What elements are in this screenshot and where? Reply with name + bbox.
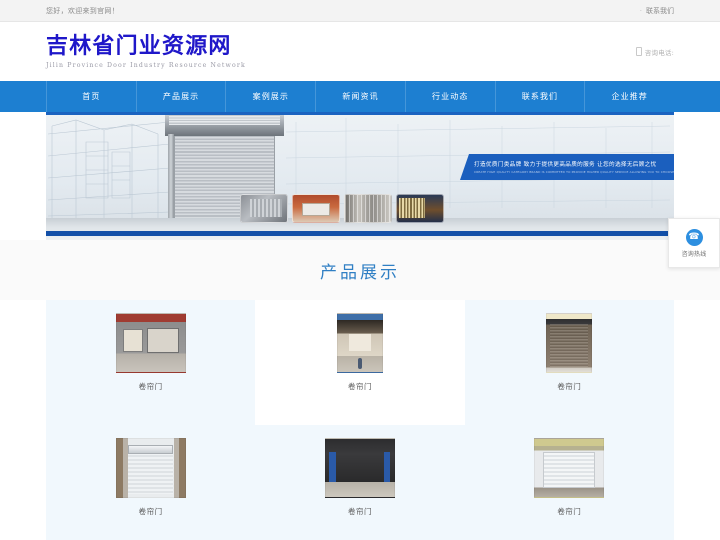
nav-item-industry[interactable]: 行业动态 <box>406 81 496 112</box>
nav-list: 首页 产品展示 案例展示 新闻资讯 行业动态 联系我们 企业推荐 <box>46 81 674 112</box>
banner-slogan-panel: 打造优质门类品牌 致力于提供更高品质的服务 让您的选择无后顾之忧 CREATE … <box>460 154 674 180</box>
product-name: 卷帘门 <box>557 382 582 391</box>
product-name: 卷帘门 <box>347 382 372 391</box>
phone-icon: ☎ <box>685 228 703 246</box>
product-card[interactable]: 卷帘门 <box>464 300 674 425</box>
header-phone-label: 咨询电话: <box>644 48 674 57</box>
product-image <box>336 313 383 373</box>
site-logo[interactable]: 吉林省门业资源网 Jilin Province Door Industry Re… <box>46 34 246 69</box>
banner-slogan-en: CREATE HIGH QUALITY CATEGORY BRAND IS CO… <box>474 170 674 175</box>
product-image <box>546 313 593 373</box>
consult-hotline-label: 咨询热线 <box>681 250 707 258</box>
top-bar-contact-link[interactable]: 联系我们 <box>646 6 674 16</box>
separator-dot: · <box>639 6 642 15</box>
product-image <box>324 438 395 498</box>
product-image <box>115 438 186 498</box>
nav-item-contact[interactable]: 联系我们 <box>496 81 586 112</box>
banner-thumb-garage-door[interactable] <box>292 194 340 223</box>
nav-item-home[interactable]: 首页 <box>46 81 137 112</box>
consult-hotline-widget[interactable]: ☎ 咨询热线 <box>668 218 720 268</box>
banner-slogan-cn: 打造优质门类品牌 致力于提供更高品质的服务 让您的选择无后顾之忧 <box>474 161 657 168</box>
top-bar-right: · 联系我们 <box>640 6 674 16</box>
product-image <box>115 313 186 373</box>
banner-thumb-corridor-door[interactable] <box>344 194 392 223</box>
banner-door-header-box <box>165 113 284 136</box>
page-title: 产品展示 <box>320 262 400 283</box>
product-card[interactable]: 卷帘门 <box>255 300 465 425</box>
header-phone-block: 咨询电话: <box>635 47 674 57</box>
banner-bottom-accent <box>46 231 674 236</box>
banner-thumbnail-strip <box>240 194 444 223</box>
logo-title-cn: 吉林省门业资源网 <box>46 33 232 59</box>
main-navigation: 首页 产品展示 案例展示 新闻资讯 行业动态 联系我们 企业推荐 <box>0 81 720 112</box>
nav-item-news[interactable]: 新闻资讯 <box>316 81 406 112</box>
nav-item-cases[interactable]: 案例展示 <box>226 81 317 112</box>
product-card[interactable]: 卷帘门 <box>46 425 256 540</box>
banner-top-accent <box>46 112 674 115</box>
product-image <box>534 438 605 498</box>
hero-banner[interactable]: 打造优质门类品牌 致力于提供更高品质的服务 让您的选择无后顾之忧 CREATE … <box>46 112 674 240</box>
product-card[interactable]: 卷帘门 <box>255 425 465 540</box>
phone-icon <box>635 47 642 56</box>
product-name: 卷帘门 <box>347 507 372 516</box>
site-header: 吉林省门业资源网 Jilin Province Door Industry Re… <box>0 22 720 81</box>
banner-thumb-warehouse-door[interactable] <box>240 194 288 223</box>
logo-title-en: Jilin Province Door Industry Resource Ne… <box>46 62 246 70</box>
banner-thumb-grille-door[interactable] <box>396 194 444 223</box>
nav-item-recommend[interactable]: 企业推荐 <box>585 81 674 112</box>
product-grid: 卷帘门 卷帘门 卷帘门 卷帘门 卷帘门 卷帘门 <box>46 300 674 540</box>
product-card[interactable]: 卷帘门 <box>464 425 674 540</box>
product-card[interactable]: 卷帘门 <box>46 300 256 425</box>
product-section-header: 产品展示 <box>0 240 720 300</box>
product-name: 卷帘门 <box>138 507 163 516</box>
product-name: 卷帘门 <box>138 382 163 391</box>
product-name: 卷帘门 <box>557 507 582 516</box>
welcome-greeting: 您好，欢迎来到官网！ <box>46 6 119 15</box>
nav-item-products[interactable]: 产品展示 <box>137 81 227 112</box>
top-bar: 您好，欢迎来到官网！ · 联系我们 <box>0 0 720 22</box>
